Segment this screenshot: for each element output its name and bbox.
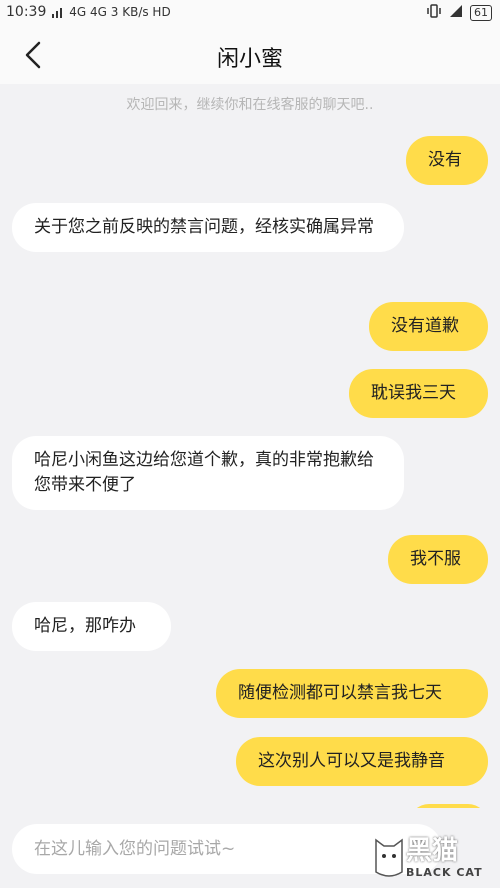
- message-user: 耽误我三天: [349, 369, 488, 418]
- vibrate-icon: [426, 3, 442, 23]
- battery-icon: 61: [470, 5, 492, 21]
- status-left: 10:39 4G 4G 3 KB/s HD: [6, 4, 171, 20]
- welcome-text: 欢迎回来，继续你和在线客服的聊天吧..: [126, 97, 374, 113]
- status-time: 10:39: [6, 4, 47, 20]
- chat-header: 闲小蜜: [0, 26, 500, 84]
- status-network: 4G 4G 3 KB/s HD: [69, 5, 171, 19]
- cat-icon: [375, 838, 403, 877]
- watermark-logo: 黑猫 BLACK CAT: [372, 826, 500, 888]
- message-user: 我不服: [388, 535, 488, 584]
- message-agent: 关于您之前反映的禁言问题，经核实确属异常: [12, 203, 404, 252]
- watermark-sub: BLACK CAT: [406, 866, 483, 879]
- message-user: 没有道歉: [369, 302, 488, 351]
- message-user: 这次别人可以又是我静音: [236, 737, 488, 786]
- status-right: 61: [426, 3, 492, 23]
- wifi-off-icon: [448, 3, 464, 23]
- signal-icon: [51, 4, 69, 20]
- watermark-main: 黑猫: [406, 836, 459, 866]
- message-user: 没有: [406, 136, 488, 185]
- status-bar: 10:39 4G 4G 3 KB/s HD 61: [0, 0, 500, 26]
- message-agent: 哈尼，那咋办: [12, 602, 171, 651]
- page-title: 闲小蜜: [216, 47, 283, 72]
- message-agent: 哈尼小闲鱼这边给您道个歉，真的非常抱歉给您带来不便了: [12, 436, 404, 510]
- message-user: 随便检测都可以禁言我七天: [216, 669, 488, 718]
